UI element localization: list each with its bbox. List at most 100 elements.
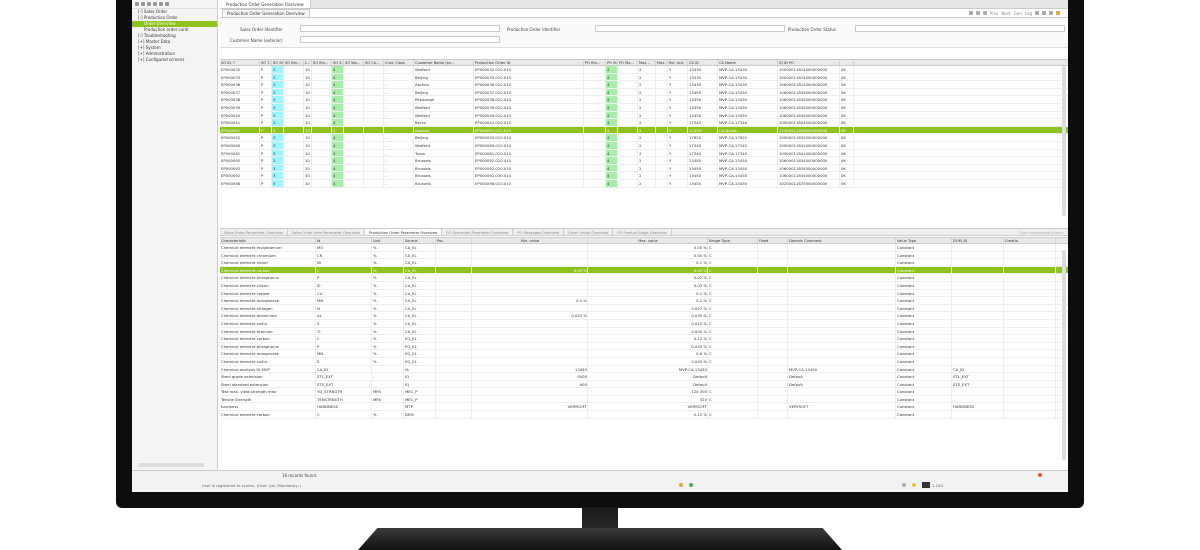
column-header[interactable]: Value Type [896, 238, 952, 243]
column-header[interactable]: SO Wo... [344, 60, 364, 65]
column-header[interactable]: SO Ca... [364, 60, 384, 65]
export-icon[interactable] [975, 11, 980, 15]
table-row[interactable]: EP000061 P 3 10 4 - Traun EP000061.010.010 4 2 Y 17… [220, 149, 1068, 158]
column-header[interactable]: Characteristic [220, 238, 316, 243]
top-grid-scrollbar[interactable] [1062, 66, 1066, 216]
column-header[interactable]: Min. value [472, 238, 588, 243]
filter-icon[interactable] [1035, 11, 1039, 15]
table-row[interactable]: Chemical element carbon C% DEM 0.12 % C Const… [220, 411, 1068, 419]
sort-icon[interactable] [1042, 11, 1046, 15]
table-icon[interactable] [147, 2, 151, 6]
tree-item[interactable]: [+] Configured screens [132, 57, 217, 63]
tab-parameter[interactable]: Sales Order Item Parameter Overview [288, 229, 365, 235]
table-row[interactable]: EP000038 P 3 10 4 - Pittsburgh EP000038.010.010… [220, 96, 1068, 104]
tab-parameter[interactable]: PO Operation Parameter Overview [442, 229, 514, 235]
table-row[interactable]: Chemical element molybdenum MO% CA_EL 0.05 … [220, 244, 1068, 252]
table-row[interactable]: hardness HARDNESS MTP VERYSOFT VERYSOFT VERYS… [220, 403, 1068, 412]
tab-parameter[interactable]: PO Product Stage Overview [613, 229, 672, 235]
customer-name-input[interactable] [300, 36, 500, 43]
table-row[interactable]: Chemical element nitrogen N% CA_EL 0.007 % C… [220, 304, 1068, 313]
column-header[interactable]: SO ID-↑ [220, 60, 260, 65]
tab-parameter[interactable]: Production Order Parameter Overview [364, 229, 443, 235]
table-row[interactable]: Chemical analysis ID MVP CA_ID IA 13450 MVP-… [220, 365, 1068, 374]
table-row[interactable]: EP000033 P 3 10 4 - Beijing EP000033.010.010 4 2 Y… [220, 73, 1068, 82]
table-row[interactable]: EP000098 P 3 10 4 - Brussels EP000098.010.010 4 2… [220, 179, 1068, 188]
column-header[interactable]: PO Mo... [618, 60, 638, 65]
tab-production-order-generation[interactable]: Production Order Generation Overview [220, 0, 311, 8]
tree-icon[interactable] [135, 2, 139, 6]
grid-icon[interactable] [141, 2, 145, 6]
production-order-status-input[interactable] [855, 25, 1065, 32]
table-row[interactable]: EP000092 P 3 10 4 - Brussels EP000092.010.010 4 2… [220, 157, 1068, 165]
log-link[interactable]: Log [1025, 11, 1032, 16]
bottom-grid-scrollbar[interactable] [1062, 250, 1066, 460]
column-header[interactable]: SO Bln... [312, 60, 332, 65]
table-row[interactable]: Chemical element phosphorus P% CA_EL 0.02 %… [220, 274, 1068, 282]
table-row[interactable]: Chemical element chromium CR% CA_EL 0.05 % C… [220, 251, 1068, 260]
table-row[interactable]: EP000052 P 3 10 4 - Beijing EP000052.010.010 4 2 Y… [220, 134, 1068, 142]
table-row[interactable]: EP000040 P 3 10 4 - Watford EP000040.010.010 4 2 Y… [220, 111, 1068, 120]
column-header[interactable]: Range Type [708, 238, 758, 243]
list-icon[interactable] [153, 2, 157, 6]
table-row[interactable]: EP000092 P 3 30 4 - Brussels EP000092.030.010 4 2… [220, 172, 1068, 180]
table-row[interactable]: EP000041 P 3 10 4- Berlin EP000041.010.010 4 2 Y 1… [220, 119, 1068, 127]
lock-icon[interactable] [912, 483, 916, 487]
settings-icon[interactable] [982, 11, 987, 15]
next-link[interactable]: Next [1001, 11, 1010, 16]
table-row[interactable]: Chemical element titanium TI% CA_EL 0.005 %… [220, 327, 1068, 336]
column-header[interactable]: Domain Comment [788, 238, 896, 243]
notification-icon[interactable] [1038, 473, 1042, 477]
sidebar-scrollbar[interactable] [138, 463, 204, 467]
table-row[interactable]: EP000036 P 3 10 4- Aachen EP000036.010.010 4 2 Y 1… [220, 81, 1068, 89]
column-header[interactable] [840, 60, 854, 65]
column-header[interactable]: Max... [638, 60, 656, 65]
table-row[interactable]: Chemical element silicon SI% CA_EL 0.03 % C C… [220, 281, 1068, 290]
column-header[interactable]: Production Order ID [474, 60, 584, 65]
table-row[interactable]: Steel standard extension STS_EXT IQ 000 Defa… [220, 380, 1068, 389]
column-header[interactable]: Pos [436, 238, 472, 243]
column-header[interactable]: SO Bln... [284, 60, 304, 65]
column-header[interactable]: SO S... [332, 60, 344, 65]
table-row[interactable]: EP000037 P 3 10 4 - Beijing EP000037.010.010 4 2 Y… [220, 88, 1068, 97]
table-row[interactable]: Chemical element copper CU% CA_EL 0.1 % C Con… [220, 289, 1068, 298]
sub-tab-title[interactable]: Production Order Generation Overview [222, 8, 310, 18]
column-header[interactable]: DOM_ID [952, 238, 1004, 243]
sales-order-identifier-input[interactable] [300, 25, 500, 32]
table-row[interactable]: EP000060 P 3 10 4 - Watford EP000060.010.010 4 2 Y… [220, 141, 1068, 150]
table-row[interactable]: EP000039 P 3 10 4 - Watford EP000039.010.010 4 2 Y… [220, 103, 1068, 112]
alert-icon[interactable] [1056, 11, 1060, 15]
table-row[interactable]: Chemical element manganese MN% EQ_EL 0.6 % C… [220, 350, 1068, 358]
table-row[interactable]: Chemical element phosphorus P% EQ_EL 0.045 … [220, 342, 1068, 351]
table-row[interactable]: Chemical element sulfur S% EQ_EL 0.045 % C Co… [220, 357, 1068, 366]
table-row[interactable]: Steel grade extension STL_EXT - IQ 0000 Defau… [220, 373, 1068, 381]
table-row[interactable]: Chemical element aluminium AL% CA_EL 0.025 … [220, 312, 1068, 320]
column-header[interactable]: PO Bln... [584, 60, 606, 65]
table-row[interactable]: Chemical element manganese MN% CA_EL 0.1 % 0… [220, 297, 1068, 305]
column-header[interactable]: Customer Name (ex... [414, 60, 474, 65]
table-row[interactable]: Test max. yield strength max YD_STRNGTH MP… [220, 388, 1068, 396]
table-row[interactable]: EP000051 P 3 10 4- Aachen EP000051.010.010 4 2 Y 1… [220, 126, 1068, 135]
column-header[interactable]: CA ID [688, 60, 718, 65]
column-header[interactable]: Id [316, 238, 372, 243]
table-row[interactable]: EP000032 P 3 10 4 - Watford EP000032.010.010 4 2 Y… [220, 66, 1068, 74]
table-row[interactable]: Chemical element carbon C% CA_EL 0.03 % 0.05… [220, 266, 1068, 275]
open-maximized-link[interactable]: Open maximized Autom. [1019, 229, 1068, 235]
column-header[interactable]: Unit [372, 238, 404, 243]
column-header[interactable]: Max. value [588, 238, 708, 243]
zoom-box[interactable] [922, 482, 930, 488]
home-icon[interactable] [902, 483, 906, 487]
table-row[interactable]: Chemical element carbon C% EQ_EL 0.12 % C Con… [220, 335, 1068, 343]
column-header[interactable]: Fixed [758, 238, 788, 243]
column-header[interactable]: Cust. Class [384, 60, 414, 65]
column-header[interactable]: SO T... [260, 60, 272, 65]
column-header[interactable]: PO St... [606, 60, 618, 65]
column-header[interactable]: IQ ID PO [778, 60, 840, 65]
column-header[interactable]: Max... [656, 60, 668, 65]
table-row[interactable]: Tensile Strength TENSTRNGTH MPA MEC_P 320 C Co… [220, 395, 1068, 404]
column-header[interactable]: Rel. Aut. [668, 60, 688, 65]
refresh-icon[interactable] [159, 2, 163, 6]
prev-link[interactable]: Prev [990, 11, 999, 16]
columns-icon[interactable] [1049, 11, 1053, 15]
column-header[interactable]: SO St... [272, 60, 284, 65]
tab-parameter[interactable]: PO Messages Overview [513, 229, 565, 235]
